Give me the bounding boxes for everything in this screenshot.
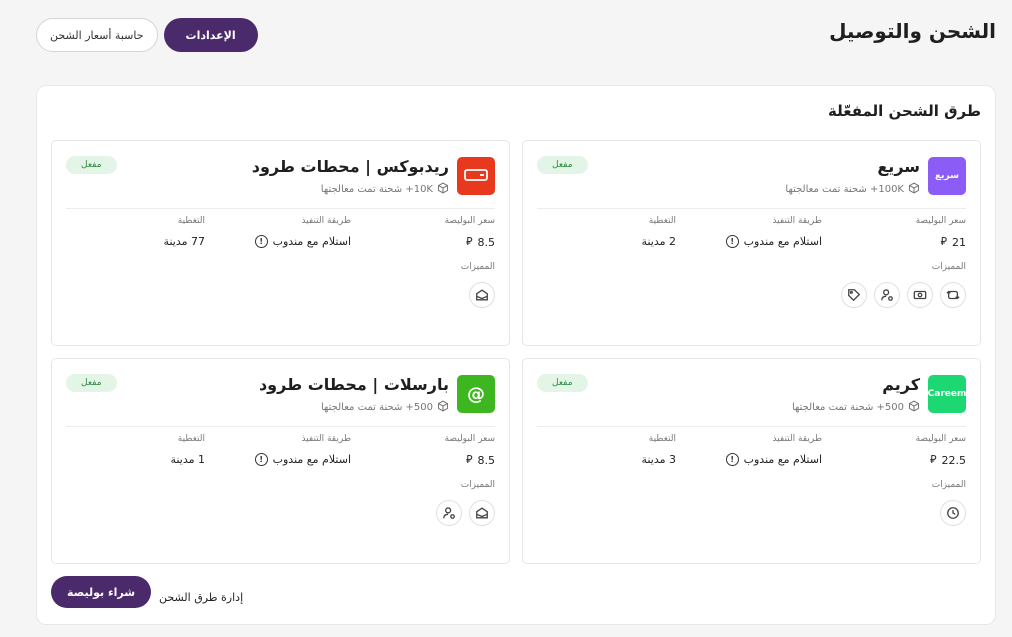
price-label: سعر البوليصة	[915, 434, 966, 444]
coverage-label: التغطية	[177, 434, 205, 444]
shipments-count: 500+ شحنة تمت معالجتها	[792, 400, 920, 415]
riyal-icon: ⃁	[940, 235, 947, 248]
shipments-count: 100K+ شحنة تمت معالجتها	[785, 182, 920, 197]
tag-icon	[841, 282, 867, 308]
carrier-name: ريدبوكس | محطات طرود	[251, 157, 449, 176]
box-icon	[437, 400, 449, 415]
active-shipping-methods-panel: طرق الشحن المفعّلة سريع سريع 100K+ شحنة تم…	[36, 85, 996, 625]
features-list	[841, 282, 966, 308]
header-actions: الإعدادات حاسبة أسعار الشحن	[36, 18, 258, 52]
carrier-logo	[457, 157, 495, 195]
buy-waybill-button[interactable]: شراء بوليصة	[51, 576, 152, 608]
coverage-label: التغطية	[648, 434, 676, 444]
coverage-value: 2 مدينة	[641, 235, 676, 248]
carrier-logo: سريع	[928, 157, 966, 195]
features-list	[469, 282, 495, 308]
person-pin-icon	[436, 500, 462, 526]
divider	[66, 208, 495, 209]
method-value: استلام مع مندوب!	[725, 235, 822, 248]
coverage-value: 1 مدينة	[170, 453, 205, 466]
method-value: استلام مع مندوب!	[254, 235, 351, 248]
info-icon[interactable]: !	[725, 235, 739, 248]
method-label: طريقة التنفيذ	[301, 216, 351, 226]
price-label: سعر البوليصة	[444, 216, 495, 226]
carrier-name: كريم	[882, 375, 920, 394]
method-label: طريقة التنفيذ	[772, 216, 822, 226]
page-title: الشحن والتوصيل	[829, 19, 996, 43]
method-value: استلام مع مندوب!	[725, 453, 822, 466]
features-label: المميزات	[460, 262, 495, 272]
riyal-icon: ⃁	[929, 453, 937, 466]
locker-icon	[469, 500, 495, 526]
price-value: 8.5 ⃁	[465, 235, 495, 249]
price-value: 8.5 ⃁	[465, 453, 495, 467]
coverage-value: 3 مدينة	[641, 453, 676, 466]
price-value: 21 ⃁	[940, 235, 966, 249]
box-icon	[908, 182, 920, 197]
locker-icon	[469, 282, 495, 308]
price-value: 22.5 ⃁	[929, 453, 966, 467]
coverage-label: التغطية	[177, 216, 205, 226]
cash-icon	[907, 282, 933, 308]
status-badge: مفعل	[66, 374, 117, 392]
carrier-logo: Careem	[928, 375, 966, 413]
price-label: سعر البوليصة	[444, 434, 495, 444]
method-label: طريقة التنفيذ	[772, 434, 822, 444]
method-value: استلام مع مندوب!	[254, 453, 351, 466]
coverage-value: 77 مدينة	[163, 235, 205, 248]
shipping-method-card[interactable]: Careem كريم 500+ شحنة تمت معالجتها مفعل سعر …	[522, 358, 981, 564]
features-label: المميزات	[931, 262, 966, 272]
cycle-icon	[940, 282, 966, 308]
coverage-label: التغطية	[648, 216, 676, 226]
features-label: المميزات	[460, 480, 495, 490]
info-icon[interactable]: !	[254, 453, 268, 466]
divider	[537, 426, 966, 427]
status-badge: مفعل	[537, 374, 588, 392]
carrier-logo: @	[457, 375, 495, 413]
box-icon	[908, 400, 920, 415]
shipping-method-card[interactable]: @ بارسلات | محطات طرود 500+ شحنة تمت معالج…	[51, 358, 510, 564]
status-badge: مفعل	[66, 156, 117, 174]
carrier-name: بارسلات | محطات طرود	[258, 375, 449, 394]
method-label: طريقة التنفيذ	[301, 434, 351, 444]
carrier-name: سريع	[877, 157, 920, 176]
settings-button[interactable]: الإعدادات	[163, 18, 258, 52]
info-icon[interactable]: !	[725, 453, 739, 466]
price-label: سعر البوليصة	[915, 216, 966, 226]
features-label: المميزات	[931, 480, 966, 490]
shipping-method-card[interactable]: ريدبوكس | محطات طرود 10K+ شحنة تمت معالجت…	[51, 140, 510, 346]
shipping-method-card[interactable]: سريع سريع 100K+ شحنة تمت معالجتها مفعل سعر ا…	[522, 140, 981, 346]
shipments-count: 500+ شحنة تمت معالجتها	[321, 400, 449, 415]
divider	[537, 208, 966, 209]
box-icon	[437, 182, 449, 197]
person-pin-icon	[874, 282, 900, 308]
features-list	[436, 500, 495, 526]
clock-icon	[940, 500, 966, 526]
shipping-calculator-button[interactable]: حاسبة أسعار الشحن	[36, 18, 158, 52]
riyal-icon: ⃁	[465, 235, 473, 248]
riyal-icon: ⃁	[465, 453, 473, 466]
panel-title: طرق الشحن المفعّلة	[828, 102, 981, 120]
manage-shipping-methods-link[interactable]: إدارة طرق الشحن	[159, 591, 243, 604]
shipments-count: 10K+ شحنة تمت معالجتها	[321, 182, 449, 197]
status-badge: مفعل	[537, 156, 588, 174]
info-icon[interactable]: !	[254, 235, 268, 248]
redbox-logo-icon	[464, 168, 488, 184]
features-list	[940, 500, 966, 526]
divider	[66, 426, 495, 427]
